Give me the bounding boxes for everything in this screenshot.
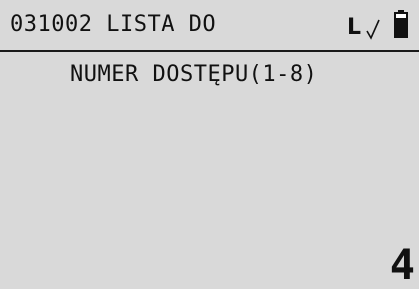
signal-indicator: L	[347, 15, 362, 40]
check-mark-icon	[366, 19, 380, 40]
status-bar: 031002 LISTA DO L	[0, 0, 419, 52]
entered-value-field[interactable]: 4	[390, 242, 415, 288]
battery-icon	[394, 10, 408, 38]
access-number-prompt: NUMER DOSTĘPU(1-8)	[70, 62, 318, 87]
screen-title: 031002 LISTA DO	[10, 12, 217, 37]
terminal-screen: 031002 LISTA DO L NUMER DOSTĘPU(1-8) 4	[0, 0, 419, 289]
